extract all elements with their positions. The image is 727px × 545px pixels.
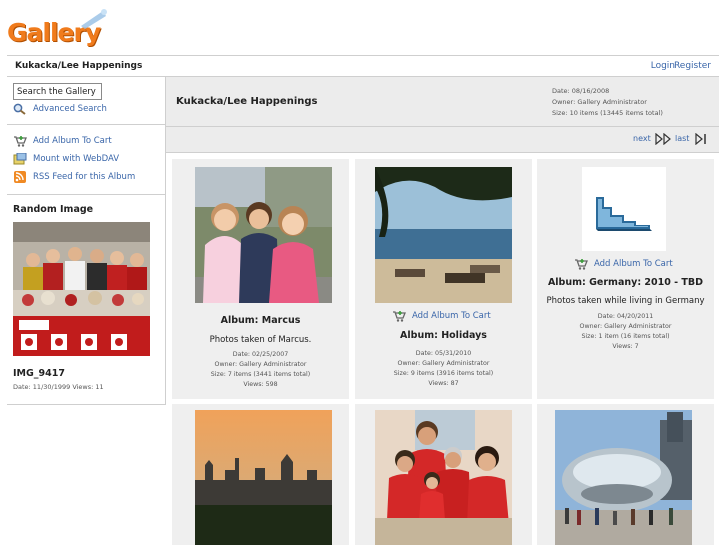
album-meta-holidays: Date: 05/31/2010 Owner: Gallery Administ… [355,349,532,389]
album-views: Views: 7 [612,343,639,350]
album-thumbnail-cityscape[interactable] [195,410,332,545]
album-grid: Album: Marcus Photos taken of Marcus. Da… [172,159,719,545]
add-album-to-cart-link[interactable]: Add Album To Cart [13,134,112,148]
add-album-to-cart-label: Add Album To Cart [33,136,112,146]
add-album-to-cart-link[interactable]: Add Album To Cart [574,258,673,270]
album-size: Size: 9 items (3916 items total) [393,370,494,377]
advanced-search-link[interactable]: Advanced Search [13,102,107,116]
album-placeholder-icon [596,197,652,231]
album-thumbnail-bean[interactable] [555,410,692,545]
album-meta-germany: Date: 04/20/2011 Owner: Gallery Administ… [537,312,714,352]
album-thumbnail-family[interactable] [375,410,512,545]
album-owner: Owner: Gallery Administrator [214,361,307,368]
album-item [537,404,714,545]
album-thumbnail-holidays[interactable] [375,167,512,303]
cart-icon [392,310,406,322]
album-info: Date: 08/16/2008 Owner: Gallery Administ… [552,86,663,119]
cart-icon [13,135,27,147]
album-desc-marcus: Photos taken of Marcus. [209,335,312,345]
pager: next last [166,127,719,153]
random-image-heading: Random Image [13,204,94,215]
cart-icon [574,258,588,270]
random-image-thumbnail[interactable] [13,222,150,356]
album-title: Kukacka/Lee Happenings [176,96,318,107]
album-item [172,404,349,545]
add-album-to-cart-label: Add Album To Cart [412,311,491,321]
album-item: Add Album To Cart Album: Germany: 2010 -… [537,159,714,399]
album-thumbnail-marcus[interactable] [195,167,332,303]
add-album-to-cart-label: Add Album To Cart [594,259,673,269]
random-image-name[interactable]: IMG_9417 [13,368,65,379]
album-owner: Owner: Gallery Administrator [579,323,672,330]
album-size: Size: 1 item (16 items total) [581,333,670,340]
random-image-meta: Date: 11/30/1999 Views: 11 [13,383,104,391]
rss-feed-label: RSS Feed for this Album [33,172,136,182]
register-link[interactable]: Register [674,61,711,71]
magnifier-icon [13,103,27,115]
album-date: Date: 05/31/2010 [415,350,472,357]
breadcrumb-bar: Kukacka/Lee Happenings Login Register [7,55,719,77]
album-desc-germany: Photos taken while living in Germany [546,296,705,306]
album-item [355,404,532,545]
logo-sparkle-icon [81,9,107,29]
album-views: Views: 87 [428,380,459,387]
last-page-link[interactable]: last [675,134,689,143]
mount-webdav-link[interactable]: Mount with WebDAV [13,152,119,166]
album-date: Date: 04/20/2011 [597,313,654,320]
rss-feed-link[interactable]: RSS Feed for this Album [13,170,135,184]
header: Gallery [0,0,727,56]
breadcrumb: Kukacka/Lee Happenings [15,61,143,71]
album-item: Add Album To Cart Album: Holidays Date: … [355,159,532,399]
album-meta-marcus: Date: 02/25/2007 Owner: Gallery Administ… [172,350,349,390]
album-title-holidays[interactable]: Album: Holidays [355,330,532,341]
album-date: Date: 02/25/2007 [232,351,289,358]
add-album-to-cart-link[interactable]: Add Album To Cart [392,310,491,322]
gallery-logo[interactable]: Gallery [7,8,107,52]
login-link[interactable]: Login [651,61,675,71]
album-views: Views: 598 [243,381,278,388]
search-input[interactable] [13,83,102,100]
next-page-link[interactable]: next [633,134,651,143]
sidebar: Advanced Search Add Album To Cart Mount … [7,77,166,405]
album-thumbnail-germany[interactable] [582,167,666,251]
album-owner: Owner: Gallery Administrator [397,360,490,367]
mount-webdav-label: Mount with WebDAV [33,154,120,164]
last-arrow-icon[interactable] [695,132,708,146]
album-title-marcus[interactable]: Album: Marcus [172,315,349,326]
actions-block: Add Album To Cart Mount with WebDAV RSS … [7,125,166,195]
album-date: Date: 08/16/2008 [552,87,610,95]
album-header: Kukacka/Lee Happenings Date: 08/16/2008 … [166,77,719,127]
rss-icon [13,171,27,183]
next-arrow-icon[interactable] [655,132,672,146]
webdav-icon [13,152,27,165]
album-item: Album: Marcus Photos taken of Marcus. Da… [172,159,349,399]
album-size: Size: 10 items (13445 items total) [552,109,663,117]
search-block: Advanced Search [7,77,166,125]
advanced-search-label: Advanced Search [33,104,107,114]
album-title-germany[interactable]: Album: Germany: 2010 - TBD [537,277,714,288]
album-owner: Owner: Gallery Administrator [552,98,647,106]
album-size: Size: 7 items (3441 items total) [210,371,311,378]
